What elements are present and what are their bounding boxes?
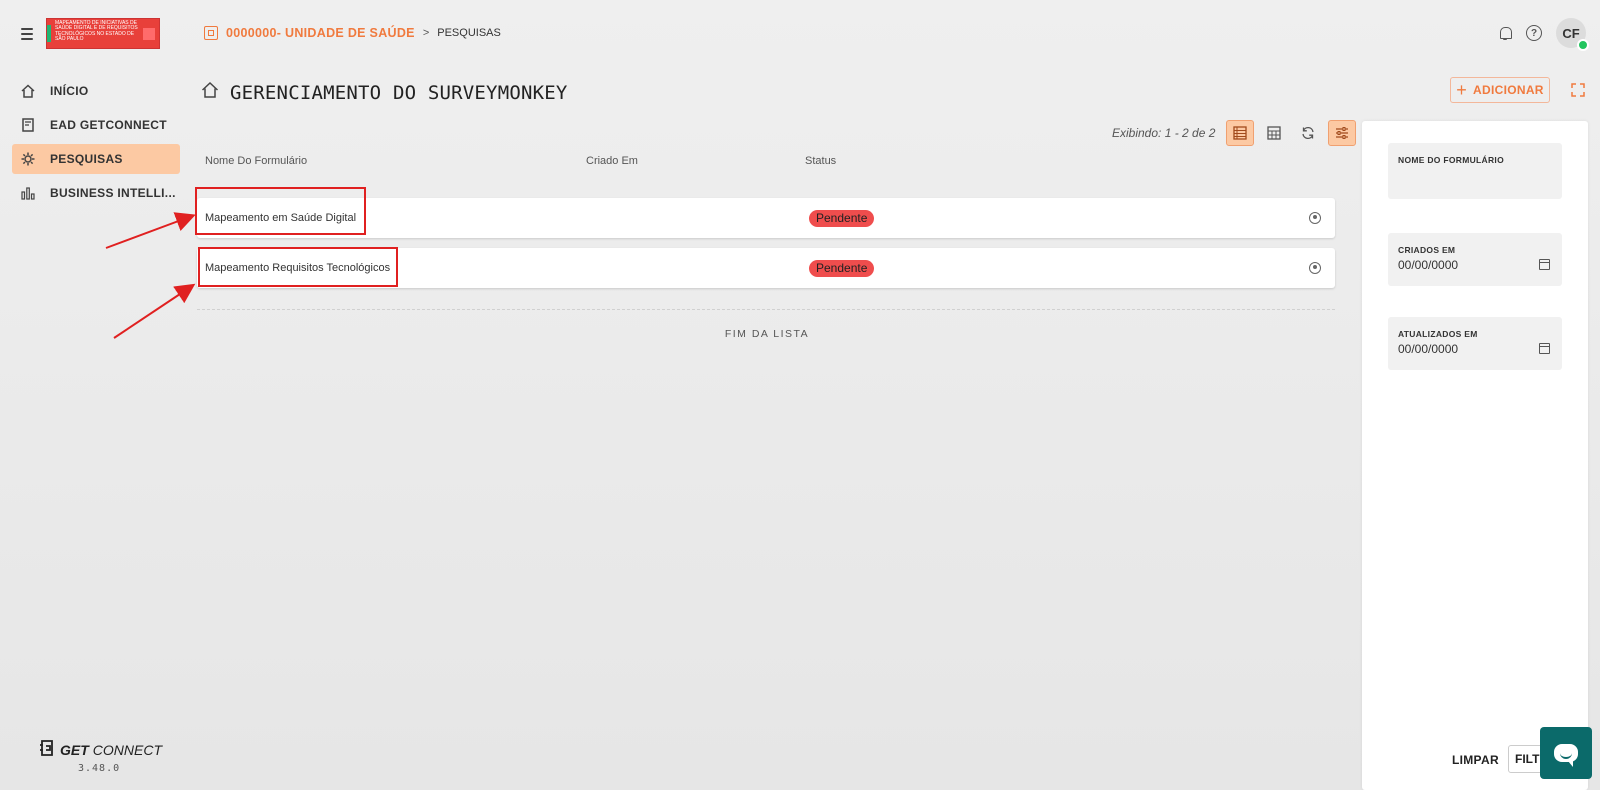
home-icon: [20, 83, 36, 99]
sidebar: INÍCIO EAD GETCONNECT PESQUISAS BUSINESS…: [12, 76, 180, 212]
sidebar-item-label: PESQUISAS: [50, 152, 123, 166]
top-actions: ? CF: [1498, 18, 1589, 51]
chat-button[interactable]: [1540, 727, 1592, 779]
created-date-input[interactable]: 00/00/0000: [1398, 258, 1552, 272]
sidebar-item-label: EAD GETCONNECT: [50, 118, 167, 132]
created-date-label: CRIADOS EM: [1398, 245, 1456, 255]
online-status-dot: [1577, 39, 1589, 51]
calendar-icon[interactable]: [1539, 259, 1550, 270]
version-label: 3.48.0: [78, 763, 121, 774]
annotation-highlight-box: [195, 187, 366, 235]
user-icon[interactable]: [1309, 212, 1321, 224]
app-logo[interactable]: Mapeamento de iniciativas de Saúde Digit…: [46, 18, 160, 49]
annotation-arrow: [105, 212, 196, 339]
course-icon: [20, 117, 36, 133]
list-divider: [197, 309, 1335, 310]
gear-icon: [20, 151, 36, 167]
breadcrumb-current: PESQUISAS: [437, 27, 501, 39]
results-count: Exibindo: 1 - 2 de 2: [1112, 126, 1216, 140]
sidebar-item-inicio[interactable]: INÍCIO: [12, 76, 180, 106]
updated-date-input[interactable]: 00/00/0000: [1398, 342, 1552, 356]
end-of-list: FIM DA LISTA: [724, 328, 810, 340]
brand-rest: CONNECT: [92, 741, 163, 758]
home-icon[interactable]: [200, 80, 220, 105]
form-name-filter[interactable]: NOME DO FORMULÁRIO: [1388, 143, 1562, 199]
updated-date-filter[interactable]: ATUALIZADOS EM 00/00/0000: [1388, 317, 1562, 370]
sidebar-item-pesquisas[interactable]: PESQUISAS: [12, 144, 180, 174]
status-badge: Pendente: [809, 259, 875, 277]
form-name: Mapeamento em Saúde Digital: [205, 212, 357, 224]
building-icon: [204, 26, 218, 40]
add-button[interactable]: + ADICIONAR: [1450, 77, 1550, 103]
breadcrumb: 0000000- UNIDADE DE SAÚDE > PESQUISAS: [204, 26, 501, 40]
bell-icon[interactable]: [1498, 26, 1512, 40]
form-name: Mapeamento Requisitos Tecnológicos: [205, 262, 391, 274]
column-header-status[interactable]: Status: [805, 155, 836, 167]
column-header-created[interactable]: Criado Em: [586, 155, 638, 167]
grid-view-icon[interactable]: [1260, 120, 1288, 146]
created-date-filter[interactable]: CRIADOS EM 00/00/0000: [1388, 233, 1562, 286]
sidebar-item-label: BUSINESS INTELLI...: [50, 186, 176, 200]
brand-logo: GET CONNECT: [38, 738, 162, 761]
add-button-label: ADICIONAR: [1473, 83, 1544, 97]
menu-icon[interactable]: [18, 26, 36, 42]
view-toolbar: [1226, 120, 1356, 146]
column-header-name[interactable]: Nome Do Formulário: [205, 155, 307, 167]
refresh-icon[interactable]: [1294, 120, 1322, 146]
chat-icon: [1554, 744, 1578, 767]
chart-icon: [20, 185, 36, 201]
brand-icon: [38, 738, 56, 761]
breadcrumb-unit[interactable]: 0000000- UNIDADE DE SAÚDE: [226, 26, 415, 40]
filter-panel: NOME DO FORMULÁRIO CRIADOS EM 00/00/0000…: [1362, 121, 1588, 790]
updated-date-label: ATUALIZADOS EM: [1398, 329, 1478, 339]
table-row[interactable]: Mapeamento Requisitos Tecnológicos Pende…: [197, 247, 1335, 288]
plus-icon: +: [1456, 80, 1468, 100]
page-title-text: GERENCIAMENTO DO SURVEYMONKEY: [230, 81, 568, 104]
user-icon[interactable]: [1309, 262, 1321, 274]
logo-text: Mapeamento de iniciativas de Saúde Digit…: [55, 20, 138, 43]
help-icon[interactable]: ?: [1526, 25, 1542, 41]
avatar-initials: CF: [1562, 25, 1580, 41]
filter-settings-icon[interactable]: [1328, 120, 1356, 146]
fullscreen-icon[interactable]: [1570, 82, 1586, 98]
form-name-filter-label: NOME DO FORMULÁRIO: [1398, 155, 1504, 165]
table-row[interactable]: Mapeamento em Saúde Digital Pendente: [195, 187, 1335, 238]
list-view-icon[interactable]: [1226, 120, 1254, 146]
clear-button[interactable]: LIMPAR: [1452, 753, 1499, 767]
sidebar-item-label: INÍCIO: [50, 84, 89, 98]
status-badge: Pendente: [809, 209, 875, 227]
avatar[interactable]: CF: [1556, 18, 1589, 51]
page-title: GERENCIAMENTO DO SURVEYMONKEY: [200, 80, 568, 105]
breadcrumb-separator: >: [422, 27, 430, 39]
calendar-icon[interactable]: [1539, 343, 1550, 354]
sidebar-item-ead[interactable]: EAD GETCONNECT: [12, 110, 180, 140]
brand-bold: GET: [60, 741, 89, 758]
